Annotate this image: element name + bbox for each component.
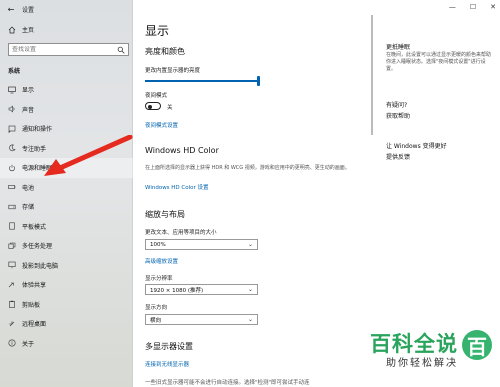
night-light-settings-link[interactable]: 夜间模式设置 bbox=[145, 121, 178, 129]
wireless-display-link[interactable]: 连接到无线显示器 bbox=[145, 360, 189, 368]
home-icon bbox=[8, 26, 16, 34]
close-button[interactable]: ✕ bbox=[490, 3, 496, 11]
orientation-value: 横向 bbox=[150, 317, 162, 324]
hdr-settings-link[interactable]: Windows HD Color 设置 bbox=[145, 183, 209, 191]
share-icon bbox=[8, 281, 16, 289]
maximize-button[interactable]: ☐ bbox=[470, 3, 476, 11]
scale-dropdown[interactable]: 100% ⌄ bbox=[145, 239, 258, 250]
multitask-icon bbox=[8, 242, 16, 250]
chevron-down-icon: ⌄ bbox=[247, 316, 253, 323]
sidebar-item-storage[interactable]: 存储 bbox=[0, 197, 133, 217]
sidebar-item-clipboard[interactable]: 剪贴板 bbox=[0, 295, 133, 315]
orientation-label: 显示方向 bbox=[145, 305, 168, 311]
scale-value: 100% bbox=[150, 241, 166, 248]
scale-label: 更改文本、应用等项目的大小 bbox=[145, 230, 217, 236]
sidebar-item-label: 声音 bbox=[22, 106, 35, 114]
sidebar-nav: 显示 声音 通知和操作 专注助手 电源和睡眠 电池 存储 平板模式 多任务处理 … bbox=[0, 80, 133, 353]
power-icon bbox=[8, 164, 16, 172]
storage-icon bbox=[8, 203, 16, 211]
orientation-dropdown[interactable]: 横向 ⌄ bbox=[145, 314, 258, 325]
sidebar-item-label: 远程桌面 bbox=[22, 321, 47, 329]
brightness-heading: 亮度和颜色 bbox=[145, 47, 185, 56]
sidebar-item-display[interactable]: 显示 bbox=[0, 80, 133, 100]
slider-thumb[interactable] bbox=[257, 76, 260, 86]
search-input[interactable] bbox=[12, 46, 112, 53]
home-label: 主页 bbox=[22, 27, 35, 34]
search-box[interactable] bbox=[8, 43, 129, 56]
clipboard-icon bbox=[8, 300, 16, 308]
resolution-dropdown[interactable]: 1920 × 1080 (推荐) ⌄ bbox=[145, 284, 258, 295]
sleep-tip-text: 在晚间，此设置可以通过显示更暖的颜色来帮助你进入睡眠状态。选择"夜间模式设置"进… bbox=[386, 52, 492, 72]
brightness-slider-label: 更改内置显示器的亮度 bbox=[145, 68, 201, 74]
sidebar-item-shared[interactable]: 体验共享 bbox=[0, 275, 133, 295]
sidebar-item-label: 电源和睡眠 bbox=[22, 165, 53, 173]
night-light-toggle[interactable] bbox=[145, 102, 161, 110]
sidebar-item-label: 存储 bbox=[22, 204, 35, 212]
layout-heading: 缩放与布局 bbox=[145, 210, 185, 219]
project-icon bbox=[8, 261, 16, 269]
chevron-down-icon: ⌄ bbox=[247, 241, 253, 248]
sidebar-item-label: 通知和操作 bbox=[22, 126, 53, 134]
resolution-label: 显示分辨率 bbox=[145, 276, 173, 282]
section-label: 系统 bbox=[8, 68, 21, 75]
improve-title: 让 Windows 变得更好 bbox=[386, 143, 447, 150]
brightness-slider[interactable] bbox=[145, 76, 260, 86]
sidebar-item-label: 电池 bbox=[22, 184, 35, 192]
sidebar-item-label: 剪贴板 bbox=[22, 301, 41, 309]
sidebar-item-label: 显示 bbox=[22, 87, 35, 95]
multi-display-heading: 多显示器设置 bbox=[145, 342, 193, 351]
app-title: 设置 bbox=[22, 6, 35, 14]
sidebar-item-label: 多任务处理 bbox=[22, 243, 53, 251]
monitor-icon bbox=[8, 86, 16, 94]
sidebar-item-focus-assist[interactable]: 专注助手 bbox=[0, 139, 133, 159]
sidebar-item-project[interactable]: 投影到此电脑 bbox=[0, 256, 133, 276]
settings-window: ← 设置 主页 系统 显示 声音 bbox=[0, 0, 500, 387]
remote-icon bbox=[8, 320, 16, 328]
toggle-state: 关 bbox=[167, 105, 173, 111]
back-arrow-icon[interactable]: ← bbox=[6, 4, 16, 14]
sidebar-item-about[interactable]: 关于 bbox=[0, 334, 133, 354]
advanced-scaling-link[interactable]: 高级缩放设置 bbox=[145, 257, 178, 265]
speaker-icon bbox=[8, 105, 16, 113]
multi-display-footer: 一些旧式显示器可能不会进行自动连接。选择"检测"即可尝试手动连 bbox=[145, 380, 310, 386]
moon-icon bbox=[8, 144, 16, 152]
info-icon bbox=[8, 339, 16, 347]
slider-track bbox=[145, 80, 258, 82]
search-icon[interactable] bbox=[117, 46, 125, 54]
get-help-link[interactable]: 获取帮助 bbox=[386, 111, 410, 120]
sidebar-item-label: 投影到此电脑 bbox=[22, 262, 59, 270]
resolution-value: 1920 × 1080 (推荐) bbox=[150, 287, 204, 294]
hdr-description: 在上面所选择的显示器上获得 HDR 和 WCG 视频，游戏和应用中的更明亮、更生… bbox=[145, 165, 350, 171]
sidebar-item-notifications[interactable]: 通知和操作 bbox=[0, 119, 133, 139]
night-light-label: 夜间模式 bbox=[145, 93, 168, 99]
watermark-logo: 百 bbox=[462, 330, 492, 360]
sidebar-item-remote-desktop[interactable]: 远程桌面 bbox=[0, 314, 133, 334]
tablet-icon bbox=[8, 222, 16, 230]
watermark-subtext: 助你轻松解决 bbox=[386, 358, 458, 369]
sidebar-item-battery[interactable]: 电池 bbox=[0, 178, 133, 198]
sidebar-item-power-sleep[interactable]: 电源和睡眠 bbox=[0, 158, 133, 178]
toggle-knob bbox=[148, 104, 152, 109]
chevron-down-icon: ⌄ bbox=[247, 286, 253, 293]
home-nav-item[interactable]: 主页 bbox=[8, 25, 34, 34]
sidebar-item-label: 体验共享 bbox=[22, 282, 47, 290]
scrollbar[interactable] bbox=[371, 15, 373, 135]
sidebar-item-tablet-mode[interactable]: 平板模式 bbox=[0, 217, 133, 237]
minimize-button[interactable]: — bbox=[449, 3, 456, 11]
notification-icon bbox=[8, 125, 16, 133]
sidebar-item-label: 平板模式 bbox=[22, 223, 47, 231]
sidebar: ← 设置 主页 系统 显示 声音 bbox=[0, 0, 133, 387]
feedback-link[interactable]: 提供反馈 bbox=[386, 152, 410, 161]
hdr-heading: Windows HD Color bbox=[145, 146, 219, 155]
sleep-tip-title: 更抵睡眠 bbox=[386, 44, 411, 51]
sidebar-item-sound[interactable]: 声音 bbox=[0, 100, 133, 120]
window-controls: — ☐ ✕ bbox=[449, 3, 496, 11]
sidebar-item-label: 关于 bbox=[22, 340, 35, 348]
question-title: 有疑问? bbox=[386, 102, 408, 109]
titlebar: ← 设置 bbox=[6, 4, 34, 14]
sidebar-item-label: 专注助手 bbox=[22, 145, 47, 153]
page-title: 显示 bbox=[145, 24, 170, 38]
battery-icon bbox=[8, 183, 16, 191]
sidebar-item-multitasking[interactable]: 多任务处理 bbox=[0, 236, 133, 256]
